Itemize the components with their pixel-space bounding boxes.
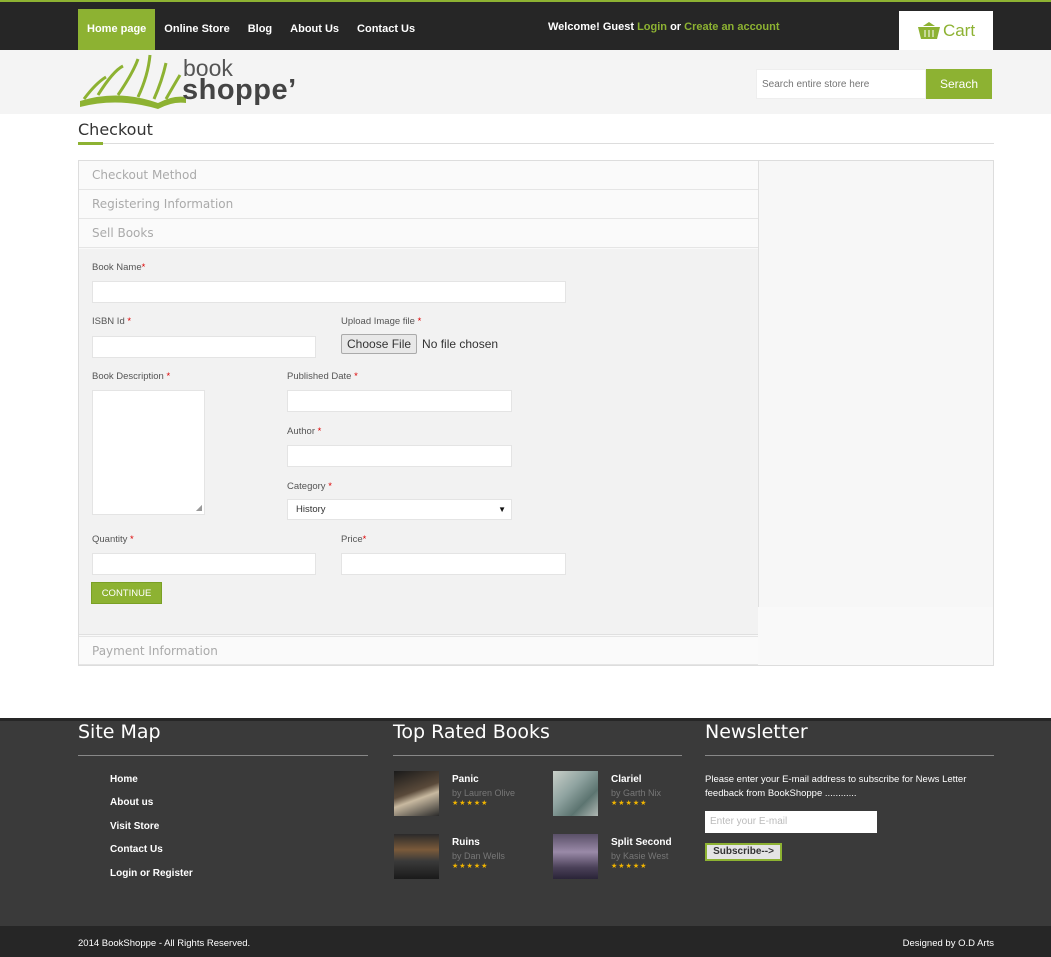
- designed-by: Designed by O.D Arts: [902, 938, 994, 949]
- category-selected-value: History: [296, 504, 326, 515]
- book-title: Split Second: [611, 837, 672, 848]
- label-quantity: Quantity *: [92, 534, 134, 545]
- newsletter-email-input[interactable]: Enter your E-mail: [705, 811, 877, 833]
- checkout-sidebar: [758, 161, 993, 607]
- site-logo[interactable]: book shoppe’: [78, 51, 328, 111]
- top-rated-title: Top Rated Books: [393, 721, 550, 743]
- author-input[interactable]: [287, 445, 512, 467]
- cart-button[interactable]: Cart: [899, 11, 993, 50]
- login-link[interactable]: Login: [637, 21, 667, 33]
- search-button[interactable]: Serach: [926, 69, 992, 99]
- newsletter-divider: [705, 755, 994, 756]
- section-sell-books[interactable]: Sell Books: [79, 219, 758, 248]
- dropdown-arrow-icon: ▼: [498, 505, 506, 514]
- book-title: Clariel: [611, 774, 642, 785]
- label-price: Price*: [341, 534, 367, 545]
- copyright: 2014 BookShoppe - All Rights Reserved.: [78, 938, 251, 949]
- label-isbn: ISBN Id *: [92, 316, 132, 327]
- quantity-input[interactable]: [92, 553, 316, 575]
- section-payment-information[interactable]: Payment Information: [79, 636, 758, 665]
- book-description-textarea[interactable]: ◢: [92, 390, 205, 515]
- choose-file-button[interactable]: Choose File: [341, 334, 418, 354]
- create-account-link[interactable]: Create an account: [684, 21, 779, 33]
- book-cover-ruins: [394, 834, 439, 879]
- book-item[interactable]: Split Second by Kasie West ★★★★★: [553, 834, 713, 884]
- title-divider: [78, 143, 994, 144]
- category-select[interactable]: History ▼: [287, 499, 512, 520]
- nav-blog[interactable]: Blog: [239, 9, 281, 50]
- main-nav: Home page Online Store Blog About Us Con…: [78, 9, 424, 50]
- welcome-prefix: Welcome!: [548, 21, 600, 33]
- star-rating-icon: ★★★★★: [611, 799, 648, 807]
- welcome-user: Guest: [602, 21, 635, 33]
- book-item[interactable]: Clariel by Garth Nix ★★★★★: [553, 771, 713, 821]
- cart-icon: [917, 21, 940, 39]
- newsletter-title: Newsletter: [705, 721, 808, 743]
- file-status: No file chosen: [422, 337, 499, 351]
- label-category: Category *: [287, 481, 332, 492]
- sitemap-home[interactable]: Home: [110, 774, 138, 785]
- search-input[interactable]: [756, 69, 926, 99]
- nav-contact-us[interactable]: Contact Us: [348, 9, 424, 50]
- star-rating-icon: ★★★★★: [611, 862, 648, 870]
- label-upload-image: Upload Image file *: [341, 316, 422, 327]
- subscribe-button[interactable]: Subscribe-->: [705, 843, 782, 861]
- upload-image-field[interactable]: Choose File No file chosen: [341, 334, 498, 354]
- published-date-input[interactable]: [287, 390, 512, 412]
- price-input[interactable]: [341, 553, 566, 575]
- book-author: by Dan Wells: [452, 851, 505, 861]
- sitemap-title: Site Map: [78, 721, 161, 743]
- sitemap-visit-store[interactable]: Visit Store: [110, 821, 159, 832]
- book-author: by Kasie West: [611, 851, 669, 861]
- book-cover-clariel: [553, 771, 598, 816]
- page-title: Checkout: [78, 120, 153, 139]
- book-title: Ruins: [452, 837, 480, 848]
- book-author: by Garth Nix: [611, 788, 662, 798]
- book-item[interactable]: Ruins by Dan Wells ★★★★★: [394, 834, 554, 884]
- title-accent: [78, 142, 103, 145]
- star-rating-icon: ★★★★★: [452, 862, 489, 870]
- sitemap-contact-us[interactable]: Contact Us: [110, 844, 163, 855]
- label-book-name: Book Name*: [92, 262, 146, 273]
- isbn-input[interactable]: [92, 336, 316, 358]
- nav-about-us[interactable]: About Us: [281, 9, 348, 50]
- nav-home[interactable]: Home page: [78, 9, 156, 50]
- sitemap-login-register[interactable]: Login or Register: [110, 868, 193, 879]
- continue-button[interactable]: CONTINUE: [91, 582, 162, 604]
- newsletter-text: Please enter your E-mail address to subs…: [705, 774, 967, 799]
- cart-label: Cart: [942, 20, 976, 40]
- section-checkout-method[interactable]: Checkout Method: [79, 161, 758, 190]
- label-published-date: Published Date *: [287, 371, 358, 382]
- star-rating-icon: ★★★★★: [452, 799, 489, 807]
- book-title: Panic: [452, 774, 479, 785]
- welcome-or: or: [670, 21, 682, 33]
- book-item[interactable]: Panic by Lauren Olive ★★★★★: [394, 771, 554, 821]
- welcome-text: Welcome! Guest Login or Create an accoun…: [548, 21, 780, 33]
- label-book-description: Book Description *: [92, 371, 171, 382]
- open-book-logo-icon: [80, 54, 186, 109]
- label-author: Author *: [287, 426, 322, 437]
- resize-grip-icon[interactable]: ◢: [196, 503, 202, 512]
- book-author: by Lauren Olive: [452, 788, 516, 798]
- logo-text-shoppe: shoppe’: [182, 74, 297, 106]
- section-registering-information[interactable]: Registering Information: [79, 190, 758, 219]
- book-cover-split-second: [553, 834, 598, 879]
- top-rated-divider: [393, 755, 682, 756]
- book-cover-panic: [394, 771, 439, 816]
- book-name-input[interactable]: [92, 281, 566, 303]
- sitemap-about-us[interactable]: About us: [110, 797, 153, 808]
- sitemap-divider: [78, 755, 368, 756]
- nav-online-store[interactable]: Online Store: [155, 9, 238, 50]
